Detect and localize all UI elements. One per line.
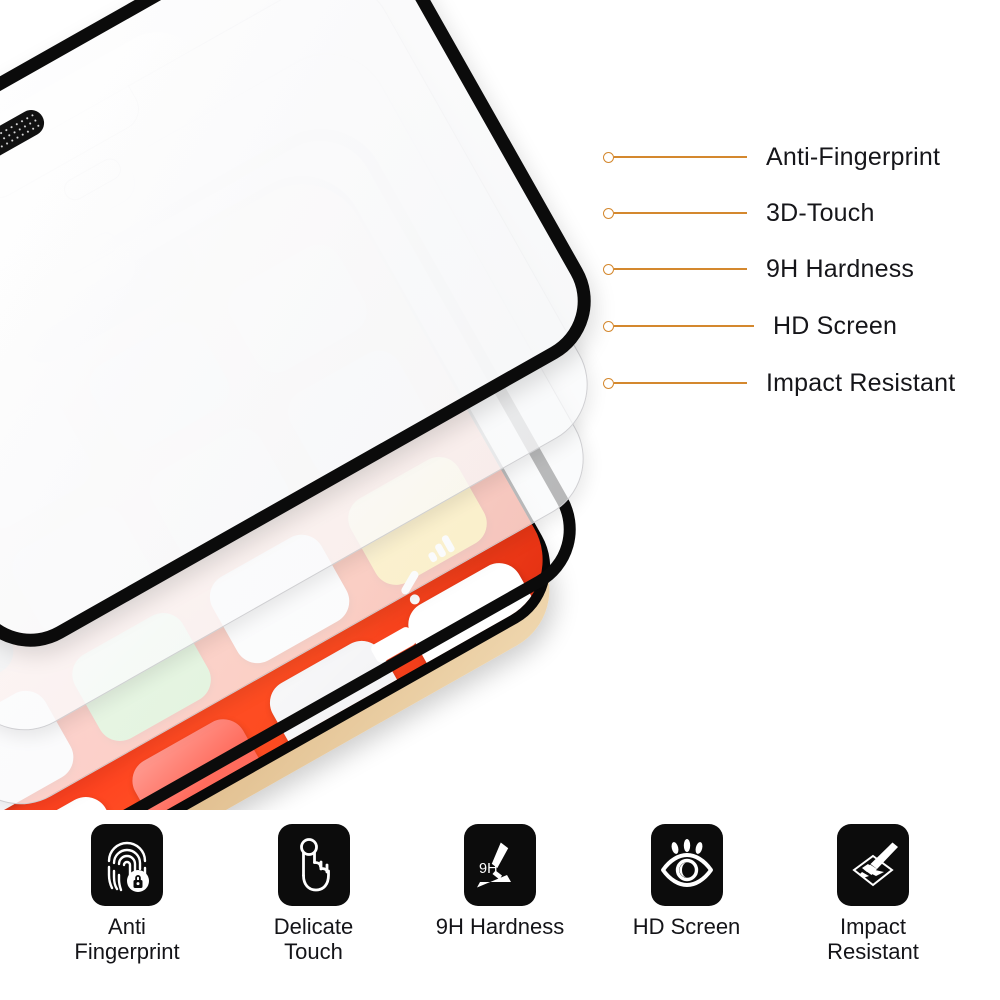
- callout-leader-line: [614, 156, 747, 158]
- feature-tile: [650, 824, 723, 906]
- callout-item: HD Screen: [603, 311, 897, 341]
- feature-tile: 9H: [464, 824, 536, 906]
- 9h-badge-text: 9H: [479, 861, 498, 877]
- callout-dot-icon: [603, 151, 614, 163]
- fingerprint-lock-icon: [107, 841, 149, 892]
- callout-item: 9H Hardness: [603, 254, 914, 284]
- feature-9h-hardness: 9H 9H Hardness: [407, 824, 593, 940]
- callout-dot-icon: [603, 320, 614, 332]
- callout-label: Impact Resistant: [766, 368, 956, 397]
- callout-leader-line: [614, 382, 747, 384]
- callout-label: 9H Hardness: [766, 254, 915, 283]
- feature-tile: [277, 824, 350, 906]
- feature-strip: Anti Fingerprint Delicate Touch 9H 9H Ha…: [0, 812, 1000, 1000]
- feature-label: Anti Fingerprint: [74, 914, 180, 964]
- feature-delicate-touch: Delicate Touch: [221, 824, 407, 964]
- callout-item: Anti-Fingerprint: [603, 142, 940, 172]
- knife-scratch-icon: 9H: [477, 840, 511, 888]
- feature-label: Delicate Touch: [273, 914, 354, 964]
- callout-dot-icon: [603, 263, 614, 275]
- feature-label: 9H Hardness: [435, 914, 565, 939]
- callout-item: 3D-Touch: [603, 198, 875, 228]
- callout-leader-line: [614, 325, 754, 327]
- feature-label: Impact Resistant: [827, 914, 919, 964]
- product-infographic: Anti-Fingerprint 3D-Touch 9H Hardness HD…: [0, 0, 1000, 1000]
- callout-label: 3D-Touch: [766, 198, 875, 227]
- callout-item: Impact Resistant: [603, 368, 955, 398]
- feature-tile: [837, 824, 909, 906]
- callout-list: Anti-Fingerprint 3D-Touch 9H Hardness HD…: [0, 0, 1000, 810]
- hammer-glass-icon: [852, 842, 898, 887]
- callout-leader-line: [614, 268, 747, 270]
- feature-anti-fingerprint: Anti Fingerprint: [34, 824, 220, 964]
- eye-icon: [660, 839, 713, 887]
- feature-impact-resistant: Impact Resistant: [780, 824, 966, 964]
- callout-label: Anti-Fingerprint: [766, 142, 941, 171]
- feature-label: HD Screen: [632, 914, 741, 939]
- feature-tile: [91, 824, 163, 906]
- callout-dot-icon: [603, 377, 614, 389]
- hand-tap-icon: [299, 838, 330, 892]
- callout-leader-line: [614, 212, 747, 214]
- callout-label: HD Screen: [773, 311, 898, 340]
- callout-dot-icon: [603, 207, 614, 219]
- feature-hd-screen: HD Screen: [594, 824, 780, 940]
